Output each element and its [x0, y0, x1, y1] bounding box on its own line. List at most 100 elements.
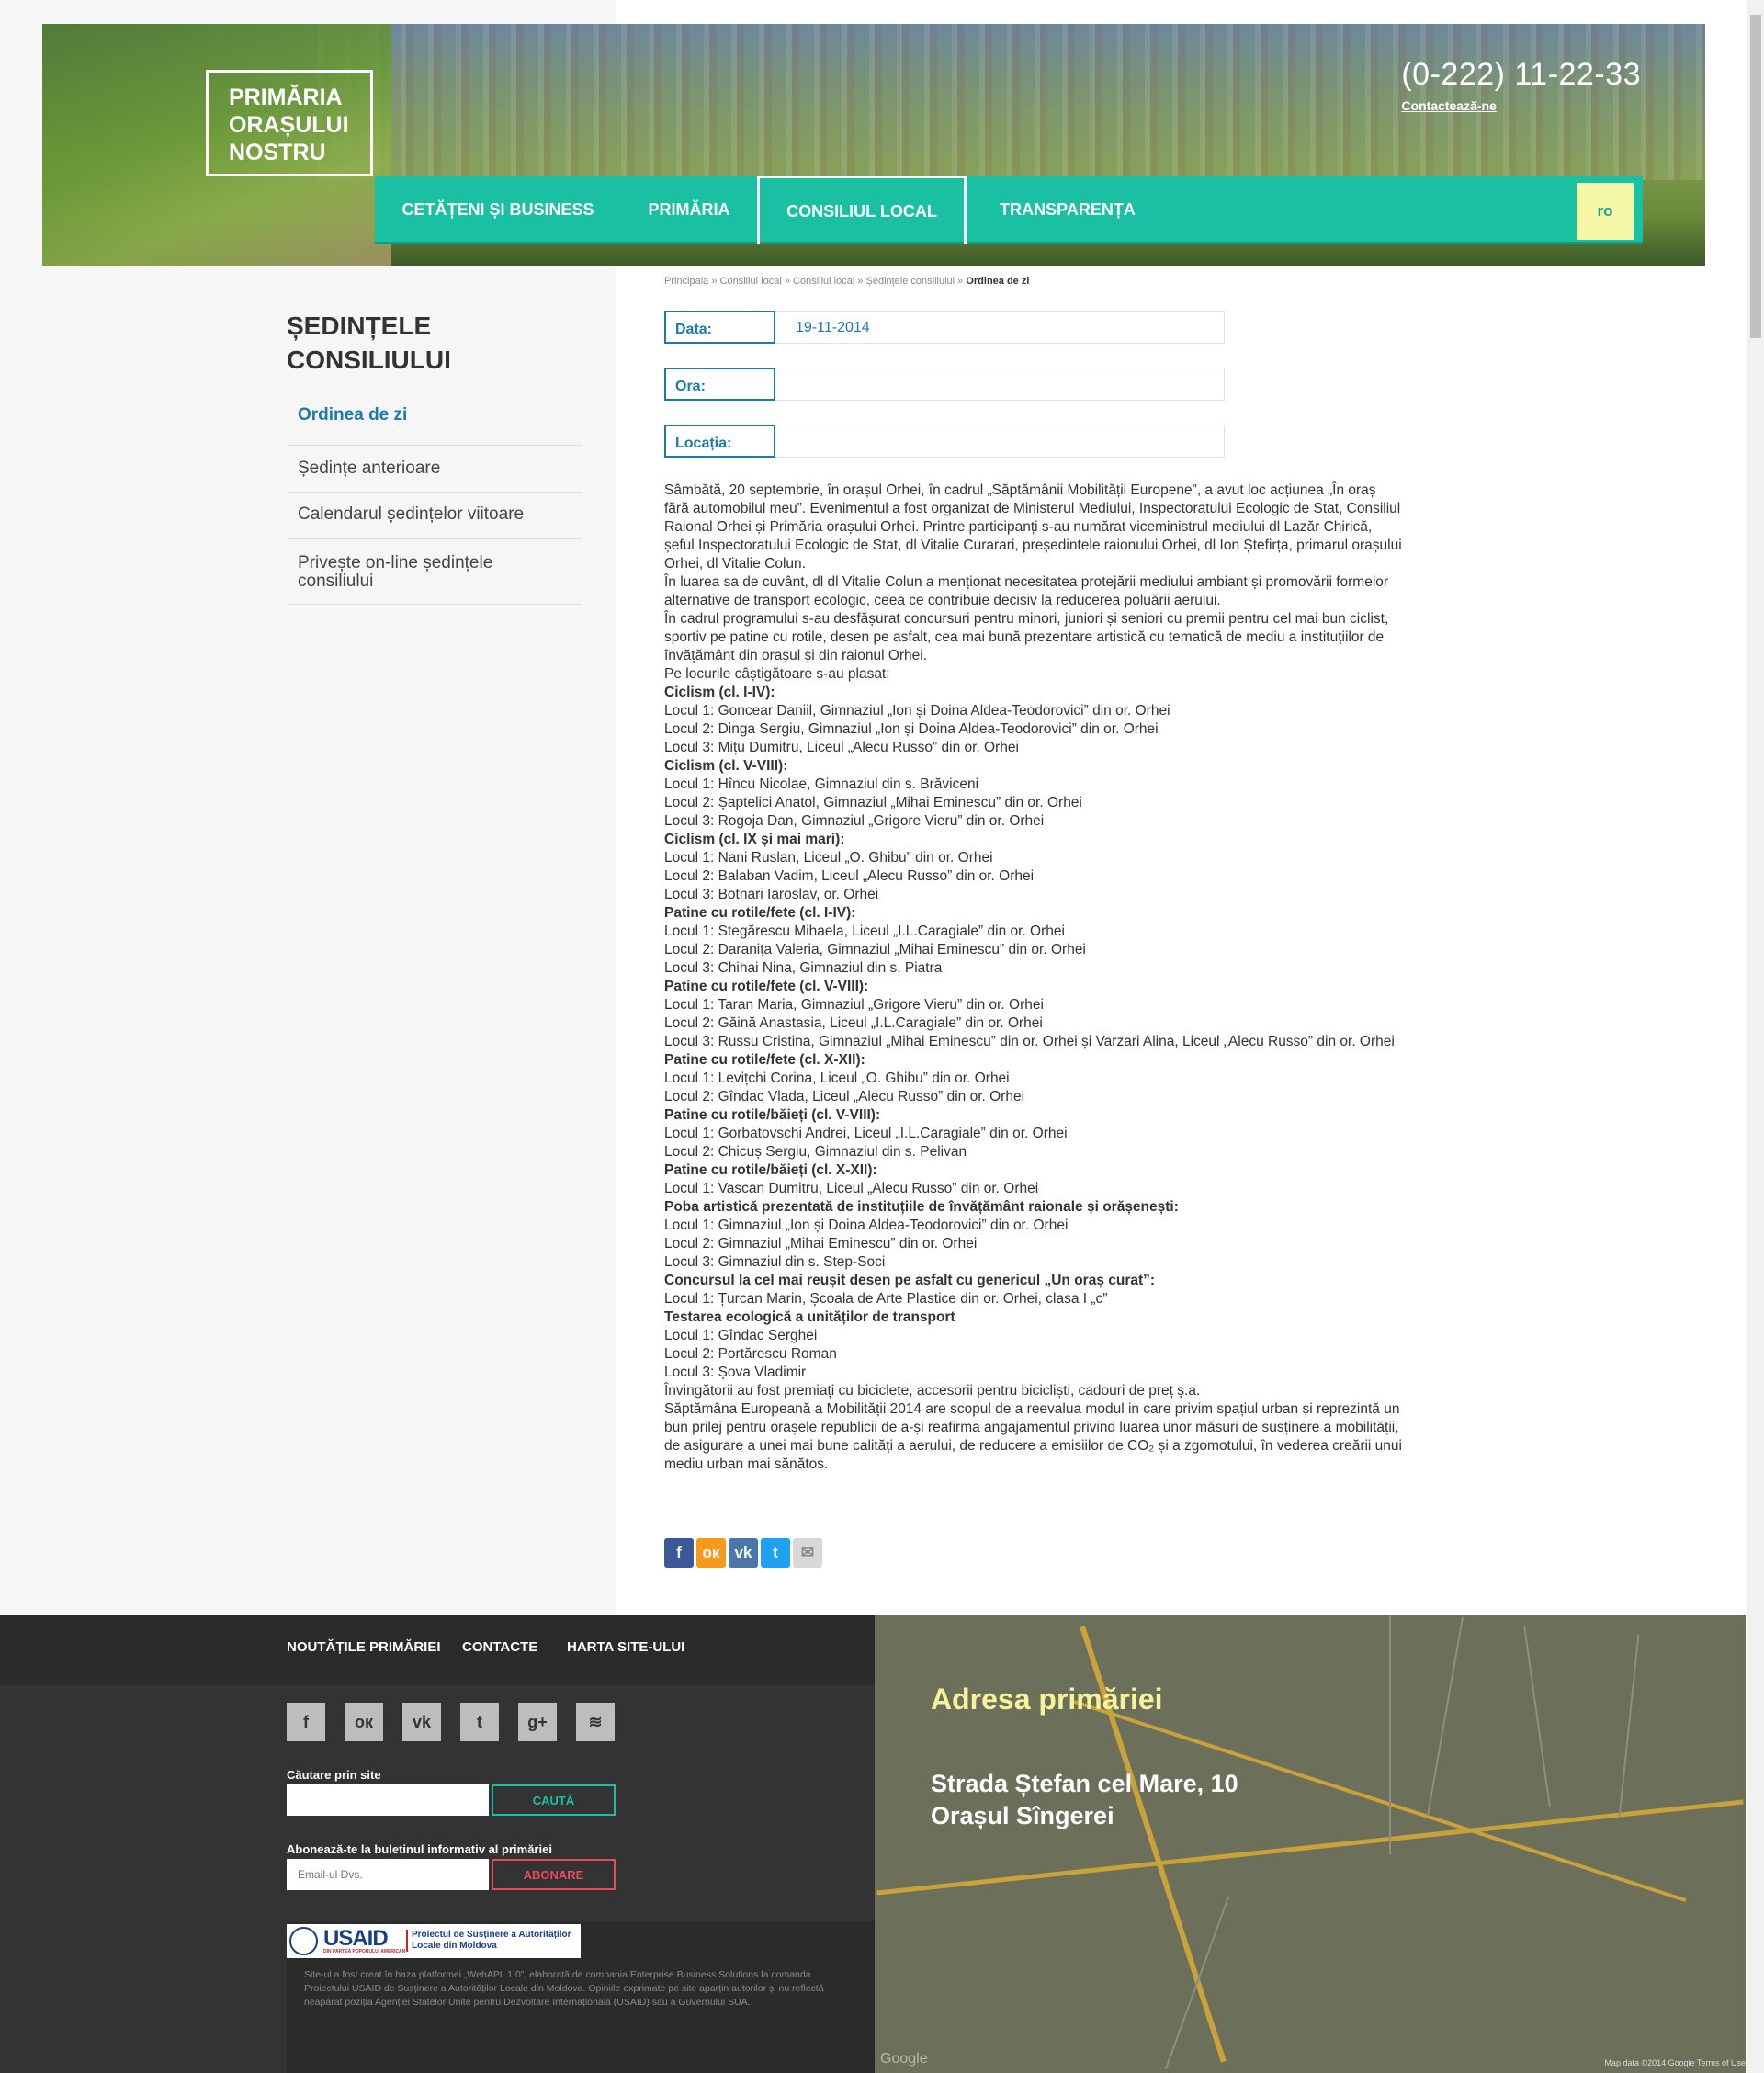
nav-item-city-hall[interactable]: PRIMĂRIA	[621, 176, 757, 244]
breadcrumb: Principala » Consiliul local » Consiliul…	[664, 276, 1029, 287]
sidebar-item-previous-meetings[interactable]: Ședințe anterioare	[287, 446, 582, 493]
nav-item-citizens[interactable]: CETĂȚENI ȘI BUSINESS	[375, 176, 621, 244]
sidebar-item-watch-online[interactable]: Privește on-line ședințele consiliului	[287, 539, 582, 605]
map-street	[1618, 1634, 1640, 1818]
article-heading: Patine cu rotile/băieți (cl. V-VIII):	[664, 1107, 881, 1123]
footer-disclaimer: Site-ul a fost creat în baza platformei …	[304, 1969, 824, 2008]
article-heading: Patine cu rotile/fete (cl. I-IV):	[664, 905, 856, 921]
article-paragraph: Locul 1: Nani Ruslan, Liceul „O. Ghibu” …	[664, 850, 993, 866]
social-rss-icon[interactable]: ≋	[576, 1703, 615, 1741]
meeting-date-value: 19-11-2014	[775, 311, 1225, 344]
footer-link-contacts[interactable]: CONTACTE	[462, 1639, 537, 1655]
article-paragraph: Locul 1: Levițchi Corina, Liceul „O. Ghi…	[664, 1070, 1010, 1086]
nav-item-local-council[interactable]: CONSILIUL LOCAL	[757, 176, 967, 244]
search-label: Căutare prin site	[287, 1768, 381, 1782]
usaid-logo[interactable]: USAID DIN PARTEA POPORULUI AMERICAN Proi…	[287, 1924, 581, 1958]
article-heading: Patine cu rotile/băieți (cl. X-XII):	[664, 1162, 877, 1178]
usaid-tagline: DIN PARTEA POPORULUI AMERICAN	[323, 1949, 406, 1954]
search-input[interactable]	[287, 1784, 489, 1816]
newsletter-email-input[interactable]	[287, 1859, 489, 1890]
sidebar-item-calendar[interactable]: Calendarul ședințelor viitoare	[287, 493, 582, 539]
article-paragraph: Locul 1: Goncear Daniil, Gimnaziul „Ion …	[664, 703, 1170, 719]
meeting-time-field: Ora:	[664, 368, 1225, 401]
meeting-location-field: Locația:	[664, 425, 1225, 458]
meeting-time-label: Ora:	[664, 368, 775, 401]
article-paragraph: Locul 3: Rogoja Dan, Gimnaziul „Grigore …	[664, 813, 1045, 829]
subscribe-button[interactable]: ABONARE	[492, 1859, 616, 1890]
social-odnoklassniki-icon[interactable]: ок	[345, 1703, 383, 1741]
main-nav: CETĂȚENI ȘI BUSINESS PRIMĂRIA CONSILIUL …	[375, 176, 1643, 244]
usaid-seal-icon	[289, 1927, 318, 1955]
share-vk-icon[interactable]: vk	[729, 1538, 758, 1568]
scrollbar-thumb[interactable]	[1750, 15, 1761, 338]
search-button[interactable]: CAUTĂ	[492, 1784, 616, 1816]
article-heading: Concursul la cel mai reușit desen pe asf…	[664, 1273, 1156, 1288]
social-googleplus-icon[interactable]: g+	[518, 1703, 557, 1741]
map-street	[1523, 1625, 1551, 1808]
usaid-wordmark: USAID	[323, 1926, 389, 1951]
contact-link[interactable]: Contactează-ne	[1401, 98, 1641, 113]
sidebar-title: ȘEDINȚELE CONSILIULUI	[287, 312, 451, 374]
article-heading: Ciclism (cl. I-IV):	[664, 685, 775, 700]
meeting-date-field: Data: 19-11-2014	[664, 311, 1225, 344]
social-twitter-icon[interactable]: t	[460, 1703, 499, 1741]
map-street	[1426, 1616, 1464, 1817]
footer-link-sitemap[interactable]: HARTA SITE-ULUI	[567, 1639, 684, 1655]
article-paragraph: Locul 1: Gîndac Serghei	[664, 1328, 818, 1343]
share-odnoklassniki-icon[interactable]: ок	[696, 1538, 726, 1568]
article-paragraph: În cadrul programului s-au desfășurat co…	[664, 611, 1389, 663]
share-twitter-icon[interactable]: t	[761, 1538, 790, 1568]
article-paragraph: Locul 1: Gimnaziul „Ion și Doina Aldea-T…	[664, 1218, 1069, 1233]
article-paragraph: Locul 2: Chicuș Sergiu, Gimnaziul din s.…	[664, 1144, 967, 1160]
google-map-logo: Google	[880, 2051, 928, 2067]
meeting-location-value	[775, 425, 1225, 458]
article-paragraph: Locul 2: Șaptelici Anatol, Gimnaziul „Mi…	[664, 795, 1082, 810]
nav-item-transparency[interactable]: TRANSPARENȚA	[967, 176, 1169, 244]
article-paragraph: Locul 2: Portărescu Roman	[664, 1346, 837, 1362]
newsletter-label: Abonează-te la buletinul informativ al p…	[287, 1842, 552, 1856]
article-paragraph: Locul 3: Chihai Nina, Gimnaziul din s. P…	[664, 960, 943, 976]
article-paragraph: Pe locurile câștigătoare s-au plasat:	[664, 666, 890, 682]
address-title: Adresa primăriei	[931, 1682, 1163, 1716]
article-paragraph: Locul 2: Balaban Vadim, Liceul „Alecu Ru…	[664, 868, 1035, 884]
article-paragraph: Sâmbătă, 20 septembrie, în orașul Orhei,…	[664, 482, 1402, 572]
sidebar-menu: Ordinea de zi Ședințe anterioare Calenda…	[287, 395, 582, 605]
article-paragraph: Locul 1: Țurcan Marin, Școala de Arte Pl…	[664, 1291, 1108, 1307]
article-paragraph: Locul 1: Vascan Dumitru, Liceul „Alecu R…	[664, 1181, 1039, 1196]
article-paragraph: Locul 2: Gîndac Vlada, Liceul „Alecu Rus…	[664, 1089, 1025, 1104]
social-vk-icon[interactable]: vk	[402, 1703, 441, 1741]
site-logo[interactable]: PRIMĂRIA ORAȘULUI NOSTRU	[206, 70, 373, 176]
article-paragraph: Locul 2: Daranița Valeria, Gimnaziul „Mi…	[664, 942, 1086, 957]
article-heading: Ciclism (cl. V-VIII):	[664, 758, 788, 774]
share-facebook-icon[interactable]: f	[664, 1538, 694, 1568]
article-paragraph: Locul 3: Gimnaziul din s. Step-Soci	[664, 1254, 886, 1270]
article-paragraph: Locul 1: Gorbatovschi Andrei, Liceul „I.…	[664, 1126, 1068, 1141]
article-paragraph: Locul 3: Mițu Dumitru, Liceul „Alecu Rus…	[664, 740, 1019, 755]
article-heading: Testarea ecologică a unităților de trans…	[664, 1309, 956, 1325]
article-paragraph: Locul 3: Șova Vladimir	[664, 1365, 807, 1380]
language-switcher[interactable]: ro	[1577, 183, 1634, 240]
article-heading: Poba artistică prezentată de instituțiil…	[664, 1199, 1179, 1215]
breadcrumb-current: Ordinea de zi	[966, 276, 1030, 287]
article-heading: Patine cu rotile/fete (cl. X-XII):	[664, 1052, 865, 1068]
share-email-icon[interactable]: ✉	[793, 1538, 822, 1568]
breadcrumb-path[interactable]: Principala » Consiliul local » Consiliul…	[664, 276, 966, 287]
article-body: Sâmbătă, 20 septembrie, în orașul Orhei,…	[664, 481, 1404, 1474]
site-logo-text: PRIMĂRIA ORAȘULUI NOSTRU	[229, 85, 349, 165]
article-paragraph: Locul 2: Gimnaziul „Mihai Eminescu” din …	[664, 1236, 978, 1252]
social-facebook-icon[interactable]: f	[287, 1703, 325, 1741]
footer-link-news[interactable]: NOUTĂȚILE PRIMĂRIEI	[287, 1639, 441, 1655]
article-paragraph: Locul 2: Dinga Sergiu, Gimnaziul „Ion și…	[664, 721, 1159, 737]
article-paragraph: Locul 1: Taran Maria, Gimnaziul „Grigore…	[664, 997, 1044, 1013]
map-credit[interactable]: Map data ©2014 Google Terms of Use	[1604, 2058, 1746, 2067]
article-heading: Ciclism (cl. IX și mai mari):	[664, 832, 845, 847]
article-paragraph: Locul 3: Botnari Iaroslav, or. Orhei	[664, 887, 879, 902]
article-paragraph: Săptămâna Europeană a Mobilității 2014 a…	[664, 1401, 1402, 1472]
sidebar-item-agenda[interactable]: Ordinea de zi	[287, 395, 582, 446]
share-buttons: f ок vk t ✉	[664, 1538, 825, 1568]
phone-number: (0-222) 11-22-33	[1401, 57, 1641, 92]
header-banner: PRIMĂRIA ORAȘULUI NOSTRU (0-222) 11-22-3…	[42, 24, 1705, 266]
header-contact: (0-222) 11-22-33 Contactează-ne	[1401, 57, 1641, 113]
address-text: Strada Ștefan cel Mare, 10 Orașul Sînger…	[931, 1770, 1238, 1829]
map-street	[1389, 1615, 1391, 1854]
